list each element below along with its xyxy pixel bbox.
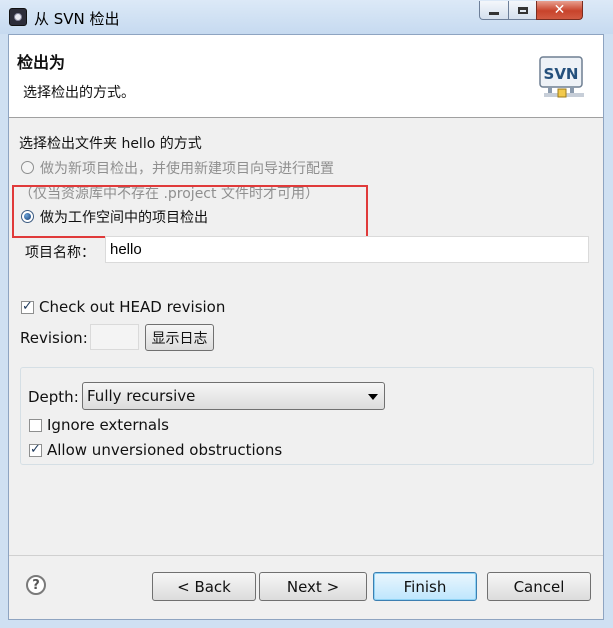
allow-unversioned-checkbox[interactable] [29, 442, 42, 458]
page-title: 检出为 [17, 53, 66, 72]
allow-unversioned-label: Allow unversioned obstructions [47, 441, 283, 459]
head-revision-checkbox[interactable] [21, 299, 34, 315]
page-description: 选择检出的方式。 [23, 85, 135, 101]
ignore-externals-checkbox[interactable] [29, 419, 42, 432]
minimize-button[interactable] [479, 1, 509, 20]
title-bar: 从 SVN 检出 ✕ [0, 0, 613, 34]
finish-button[interactable]: Finish [373, 572, 477, 601]
revision-input[interactable] [90, 324, 139, 350]
head-revision-label: Check out HEAD revision [39, 298, 226, 316]
back-button[interactable]: < Back [152, 572, 256, 601]
eclipse-app-icon [9, 8, 27, 26]
depth-label: Depth: [28, 388, 79, 406]
help-icon[interactable]: ? [26, 575, 46, 595]
ignore-externals-label: Ignore externals [47, 416, 169, 434]
project-name-input[interactable] [105, 236, 589, 263]
radio-workspace-project[interactable] [21, 210, 34, 223]
svn-logo-text: SVN [544, 65, 579, 83]
radio-workspace-project-label: 做为工作空间中的项目检出 [40, 210, 208, 226]
maximize-icon [517, 6, 528, 14]
depth-select-value: Fully recursive [87, 387, 196, 405]
depth-select[interactable]: Fully recursive [82, 382, 385, 410]
dropdown-arrow-icon [368, 394, 378, 400]
dialog-client-area: 检出为 选择检出的方式。 SVN 选择检出文件夹 hello 的方式 做为新项目… [8, 34, 604, 620]
radio-new-project-label: 做为新项目检出，并使用新建项目向导进行配置 [40, 161, 334, 177]
close-button[interactable]: ✕ [536, 1, 583, 20]
footer-separator [9, 555, 603, 556]
svn-logo-icon: SVN [539, 56, 584, 98]
maximize-button[interactable] [508, 1, 537, 20]
minimize-icon [489, 11, 499, 15]
close-icon: ✕ [553, 2, 566, 18]
radio-new-project[interactable] [21, 161, 34, 174]
next-button[interactable]: Next > [259, 572, 367, 601]
window-title: 从 SVN 检出 [34, 10, 120, 28]
revision-label: Revision: [20, 329, 88, 347]
wizard-banner: 检出为 选择检出的方式。 SVN [9, 35, 603, 118]
checkout-method-label: 选择检出文件夹 hello 的方式 [19, 136, 202, 152]
cancel-button[interactable]: Cancel [487, 572, 591, 601]
show-log-button[interactable]: 显示日志 [145, 324, 214, 351]
project-name-label: 项目名称： [25, 245, 95, 261]
